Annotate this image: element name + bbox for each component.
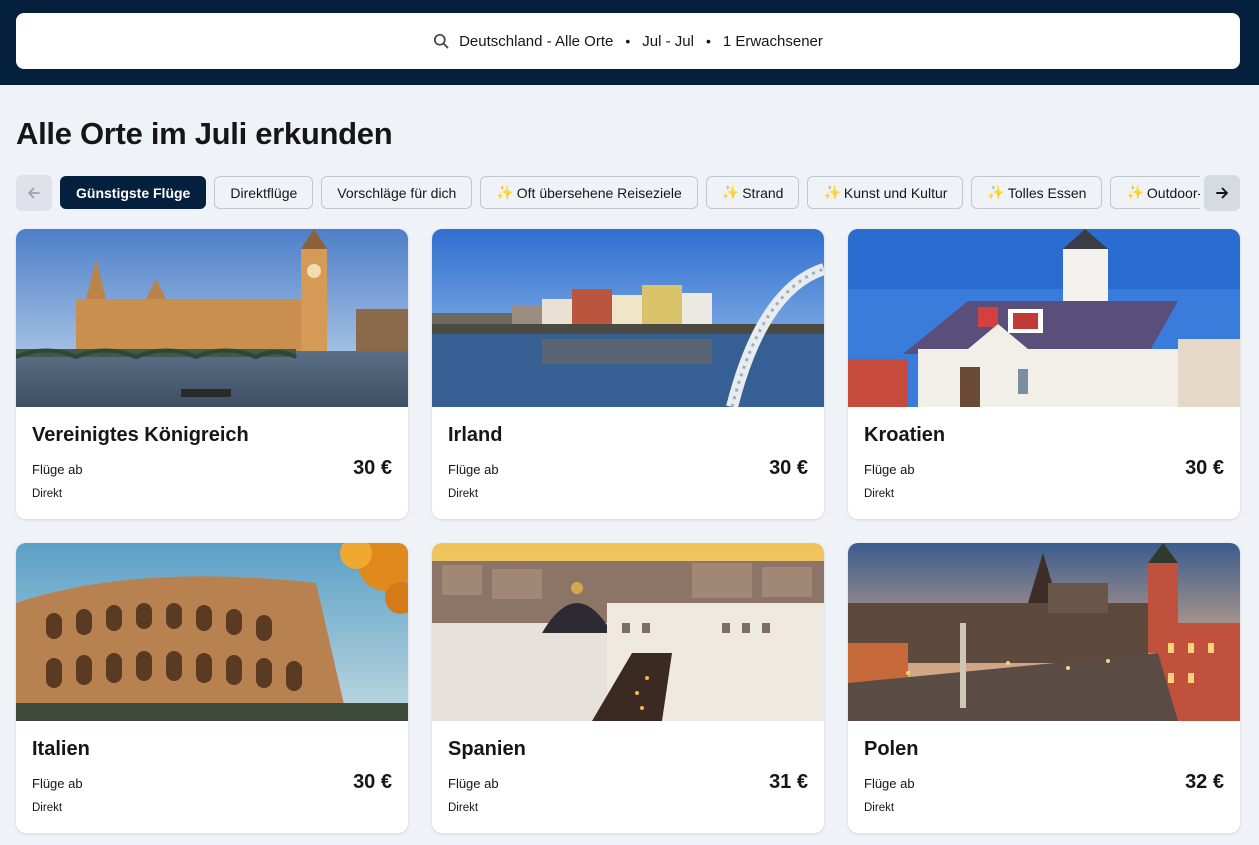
scroll-left-button[interactable] [16,175,52,211]
separator-dot: • [625,33,631,49]
stops-label: Direkt [32,802,63,814]
search-dates: Jul - Jul [642,32,694,50]
sparkle-icon: ✨ [496,184,514,200]
destination-card[interactable]: Irland Flüge ab 30 € Direkt [432,229,824,519]
filter-chip[interactable]: ✨Outdoor-Aktivitäten [1110,176,1200,209]
destination-card[interactable]: Spanien Flüge ab 31 € Direkt [432,543,824,833]
flights-from-label: Flüge ab [448,776,499,791]
filter-chip-label: Strand [742,184,784,201]
destination-card[interactable]: Italien Flüge ab 30 € Direkt [16,543,408,833]
search-summary-button[interactable]: Deutschland - Alle Orte • Jul - Jul • 1 … [16,13,1240,69]
separator-dot: • [705,33,711,49]
destination-image [16,543,408,721]
search-destination: Deutschland - Alle Orte [459,32,614,50]
filter-chip[interactable]: ✨ Tolles Essen [971,176,1103,209]
sparkle-icon: ✨ [823,184,841,200]
stops-label: Direkt [864,488,895,500]
stops-label: Direkt [448,802,479,814]
sparkle-icon: ✨ [721,184,740,200]
filter-chip[interactable]: ✨ Kunst und Kultur [807,176,964,209]
scroll-right-button[interactable] [1204,175,1240,211]
destination-name: Kroatien [864,424,946,446]
destination-price: 30 € [769,457,808,479]
destination-price: 30 € [1185,457,1224,479]
filter-chips-row: Günstigste Flüge Direktflüge Vorschläge fü… [16,175,1240,211]
destination-price: 30 € [353,457,392,479]
sparkle-icon: ✨ [1126,184,1144,200]
filter-chip-label: Direktflüge [230,184,298,201]
filter-chip[interactable]: Günstigste Flüge [60,176,207,209]
filter-chip[interactable]: Direktflüge [214,176,314,209]
flights-from-label: Flüge ab [32,776,83,791]
destination-name: Spanien [448,738,526,760]
filter-chip[interactable]: Vorschläge für dich [321,176,473,209]
flights-from-label: Flüge ab [864,462,915,477]
arrow-right-icon [1216,187,1228,199]
destination-name: Vereinigtes Königreich [32,424,249,446]
flights-from-label: Flüge ab [448,462,499,477]
destination-image [16,229,408,407]
filter-chip[interactable]: ✨ Oft übersehene Reiseziele [480,176,698,209]
filter-chip-label: Outdoor-Aktivitäten [1146,184,1200,201]
filter-chip-label: Günstigste Flüge [76,184,191,201]
filter-chip-label: Vorschläge für dich [337,184,457,201]
sparkle-icon: ✨ [987,184,1005,200]
search-travellers: 1 Erwachsener [722,32,823,50]
destination-image [848,229,1240,407]
search-icon [434,33,449,49]
filter-chip-label: Oft übersehene Reiseziele [516,184,682,201]
filter-chip[interactable]: ✨ Strand [705,176,800,209]
filter-chip-label: Kunst und Kultur [843,184,948,201]
destination-image [432,543,824,721]
page-title: Alle Orte im Juli erkunden [16,116,393,151]
destination-name: Polen [864,738,919,760]
stops-label: Direkt [448,488,479,500]
destination-price: 31 € [769,771,808,793]
destination-card[interactable]: Vereinigtes Königreich Flüge ab 30 € Direkt [16,229,408,519]
destination-card[interactable]: Polen Flüge ab 32 € Direkt [848,543,1240,833]
destination-name: Italien [32,738,90,760]
stops-label: Direkt [32,488,63,500]
filter-chip-label: Tolles Essen [1007,184,1087,201]
destination-card[interactable]: Kroatien Flüge ab 30 € Direkt [848,229,1240,519]
destination-grid: Vereinigtes Königreich Flüge ab 30 € Direkt… [16,229,1240,833]
destination-price: 32 € [1185,771,1224,793]
destination-image [432,229,824,407]
destination-name: Irland [448,424,503,446]
top-bar: Deutschland - Alle Orte • Jul - Jul • 1 … [0,0,1259,85]
destination-image [848,543,1240,721]
flights-from-label: Flüge ab [864,776,915,791]
arrow-left-icon [28,187,40,199]
flights-from-label: Flüge ab [32,462,83,477]
destination-price: 30 € [353,771,392,793]
filter-chips-viewport: Günstigste Flüge Direktflüge Vorschläge fü… [60,176,1200,210]
filter-chips: Günstigste Flüge Direktflüge Vorschläge fü… [60,176,1200,209]
stops-label: Direkt [864,802,895,814]
